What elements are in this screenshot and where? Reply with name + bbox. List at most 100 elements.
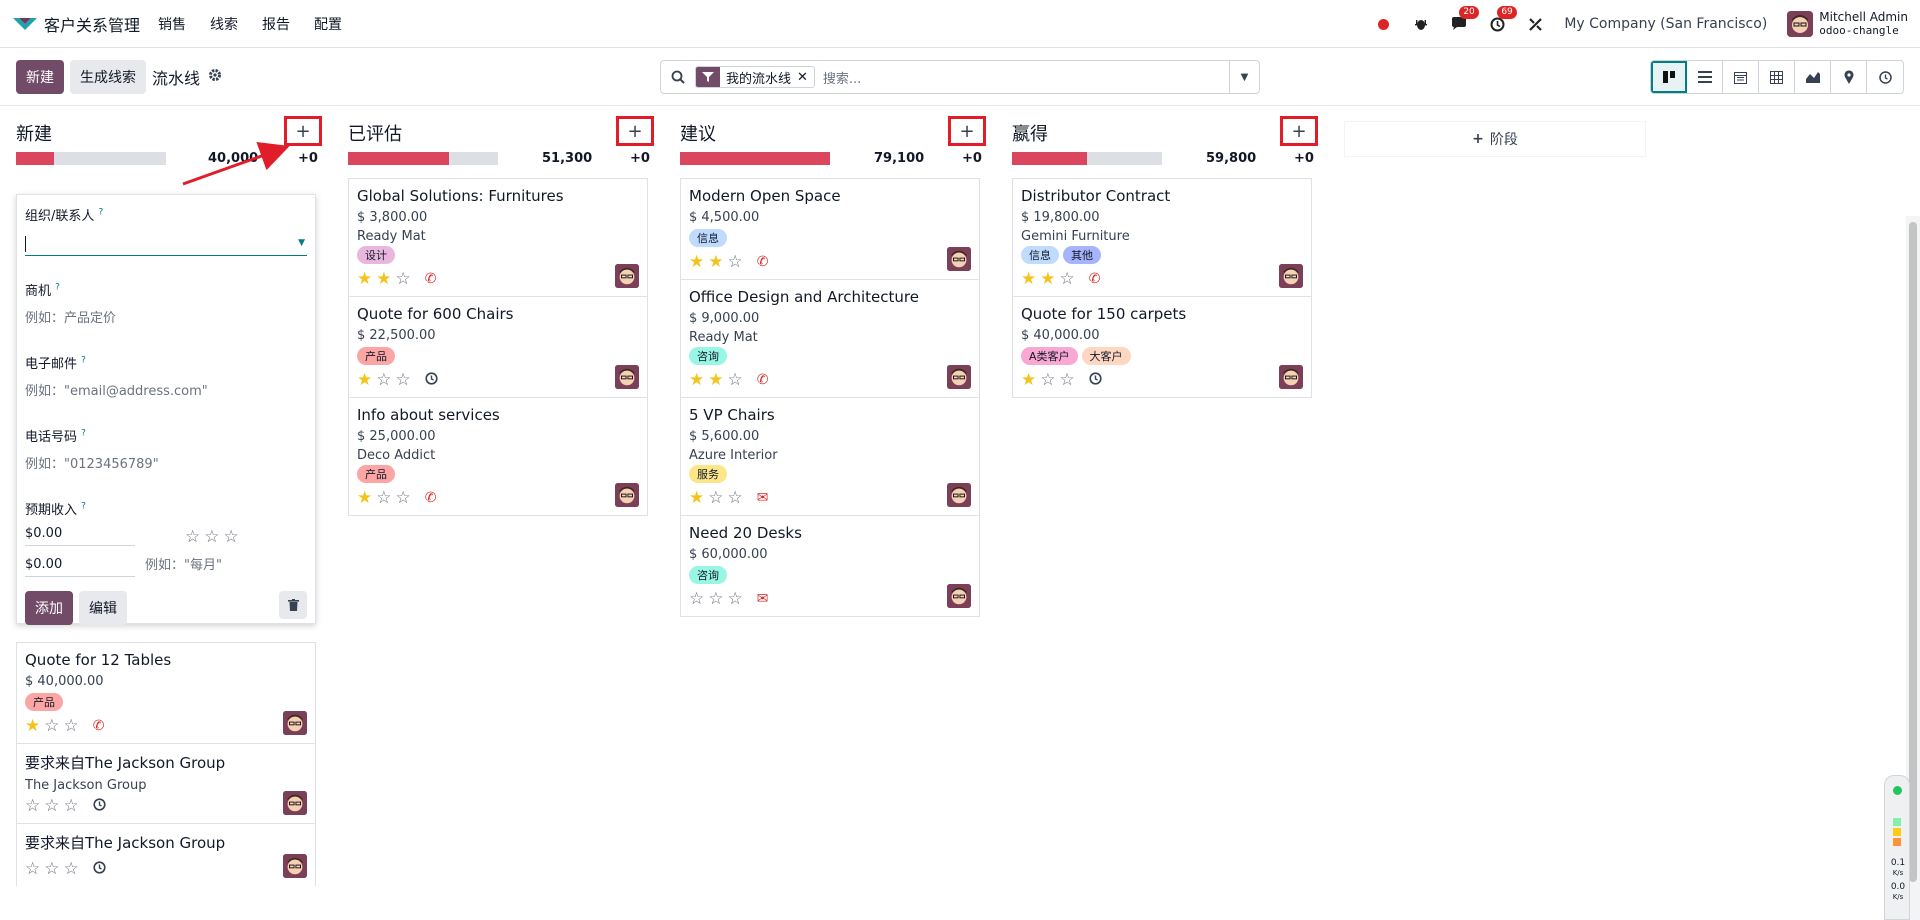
edit-button[interactable]: 编辑 — [79, 591, 127, 625]
column-progress-bar[interactable] — [1012, 152, 1162, 165]
help-icon[interactable]: ? — [81, 356, 86, 366]
star-icon[interactable]: ☆ — [185, 529, 200, 546]
company-switcher[interactable]: My Company (San Francisco) — [1564, 16, 1767, 32]
kanban-card[interactable]: Need 20 Desks $ 60,000.00 咨询 ☆ ☆ ☆ ✉ — [681, 516, 979, 616]
search-facet[interactable]: 我的流水线 ✕ — [695, 66, 815, 88]
help-icon[interactable]: ? — [99, 208, 104, 218]
salesperson-avatar[interactable] — [1279, 264, 1303, 288]
phone-icon[interactable]: ✆ — [1089, 271, 1101, 287]
opportunity-input[interactable]: 例如：产品定价 — [25, 307, 307, 326]
app-logo[interactable]: 客户关系管理 — [12, 12, 140, 36]
add-button[interactable]: 添加 — [25, 591, 73, 625]
column-progress-bar[interactable] — [16, 152, 166, 165]
star-icon[interactable]: ☆ — [396, 489, 411, 507]
kanban-card[interactable]: 5 VP Chairs $ 5,600.00 Azure Interior 服务 ★ ☆ ☆… — [681, 398, 979, 516]
star-icon[interactable]: ★ — [25, 717, 40, 735]
phone-icon[interactable]: ✆ — [425, 490, 437, 506]
envelope-icon[interactable]: ✉ — [757, 591, 769, 607]
expected-revenue-input[interactable]: $0.00 — [25, 526, 135, 546]
contact-input[interactable]: ▼ — [25, 232, 307, 256]
star-icon[interactable]: ☆ — [728, 489, 743, 507]
star-icon[interactable]: ★ — [689, 253, 704, 271]
phone-icon[interactable]: ✆ — [757, 372, 769, 388]
star-icon[interactable]: ★ — [357, 270, 372, 288]
star-icon[interactable]: ☆ — [376, 371, 391, 389]
tools-icon[interactable] — [1526, 15, 1544, 33]
help-icon[interactable]: ? — [81, 502, 86, 512]
add-stage-button[interactable]: + 阶段 — [1345, 122, 1645, 156]
graph-view-icon[interactable] — [1795, 61, 1831, 93]
quick-create-plus-icon[interactable]: + — [284, 116, 322, 146]
messages-icon[interactable]: 20 — [1450, 6, 1479, 33]
recurring-revenue-input[interactable]: $0.00 — [25, 557, 135, 577]
salesperson-avatar[interactable] — [283, 791, 307, 815]
salesperson-avatar[interactable] — [947, 483, 971, 507]
star-icon[interactable]: ☆ — [689, 590, 704, 608]
help-icon[interactable]: ? — [55, 283, 60, 293]
recurring-plan-input[interactable]: 例如："每月" — [145, 554, 222, 577]
star-icon[interactable]: ☆ — [728, 590, 743, 608]
search-dropdown-toggle[interactable]: ▼ — [1229, 61, 1259, 93]
user-menu[interactable]: Mitchell Admin odoo-changle — [1787, 10, 1908, 38]
kanban-card[interactable]: Quote for 600 Chairs $ 22,500.00 产品 ★ ☆ ☆ — [349, 297, 647, 398]
star-icon[interactable]: ★ — [689, 371, 704, 389]
kanban-view-icon[interactable] — [1651, 61, 1687, 93]
menu-reporting[interactable]: 报告 — [262, 14, 290, 34]
salesperson-avatar[interactable] — [615, 365, 639, 389]
salesperson-avatar[interactable] — [283, 854, 307, 878]
kanban-card[interactable]: Office Design and Architecture $ 9,000.00… — [681, 280, 979, 398]
salesperson-avatar[interactable] — [1279, 365, 1303, 389]
clock-icon[interactable] — [93, 797, 106, 815]
salesperson-avatar[interactable] — [615, 264, 639, 288]
clock-icon[interactable] — [425, 371, 438, 389]
pivot-view-icon[interactable] — [1759, 61, 1795, 93]
star-icon[interactable]: ☆ — [224, 529, 239, 546]
salesperson-avatar[interactable] — [947, 584, 971, 608]
star-icon[interactable]: ☆ — [728, 371, 743, 389]
star-icon[interactable]: ☆ — [44, 717, 59, 735]
salesperson-avatar[interactable] — [947, 365, 971, 389]
bug-icon[interactable] — [1412, 15, 1430, 33]
menu-sales[interactable]: 销售 — [158, 14, 186, 34]
star-icon[interactable]: ★ — [708, 253, 723, 271]
star-icon[interactable]: ☆ — [396, 270, 411, 288]
star-icon[interactable]: ☆ — [1040, 371, 1055, 389]
trash-icon[interactable] — [279, 591, 307, 619]
activity-view-icon[interactable] — [1867, 61, 1903, 93]
star-icon[interactable]: ☆ — [25, 860, 40, 878]
phone-icon[interactable]: ✆ — [93, 718, 105, 734]
envelope-icon[interactable]: ✉ — [757, 490, 769, 506]
quick-create-plus-icon[interactable]: + — [1280, 116, 1318, 146]
priority-stars[interactable]: ☆ ☆ ☆ — [185, 529, 239, 546]
star-icon[interactable]: ★ — [708, 371, 723, 389]
salesperson-avatar[interactable] — [283, 711, 307, 735]
menu-leads[interactable]: 线索 — [210, 14, 238, 34]
salesperson-avatar[interactable] — [615, 483, 639, 507]
generate-leads-button[interactable]: 生成线索 — [70, 59, 146, 94]
quick-create-plus-icon[interactable]: + — [616, 116, 654, 146]
activities-icon[interactable]: 69 — [1488, 6, 1517, 33]
clock-icon[interactable] — [1089, 371, 1102, 389]
kanban-card[interactable]: Distributor Contract $ 19,800.00 Gemini Fu… — [1013, 179, 1311, 297]
star-icon[interactable]: ☆ — [44, 860, 59, 878]
help-icon[interactable]: ? — [81, 429, 86, 439]
calendar-view-icon[interactable] — [1723, 61, 1759, 93]
email-input[interactable]: 例如："email@address.com" — [25, 380, 307, 399]
column-progress-bar[interactable] — [348, 152, 498, 165]
star-icon[interactable]: ☆ — [708, 590, 723, 608]
star-icon[interactable]: ☆ — [204, 529, 219, 546]
star-icon[interactable]: ★ — [1021, 371, 1036, 389]
facet-remove-icon[interactable]: ✕ — [797, 70, 814, 85]
gear-icon[interactable] — [208, 68, 222, 86]
kanban-card[interactable]: 要求来自The Jackson Group ☆ ☆ ☆ — [17, 824, 315, 886]
star-icon[interactable]: ★ — [1040, 270, 1055, 288]
map-view-icon[interactable] — [1831, 61, 1867, 93]
star-icon[interactable]: ☆ — [396, 371, 411, 389]
record-icon[interactable] — [1374, 15, 1392, 33]
star-icon[interactable]: ☆ — [25, 797, 40, 815]
star-icon[interactable]: ★ — [1021, 270, 1036, 288]
star-icon[interactable]: ☆ — [64, 717, 79, 735]
kanban-card[interactable]: Quote for 12 Tables $ 40,000.00 产品 ★ ☆ ☆ ✆ — [17, 643, 315, 744]
kanban-card[interactable]: 要求来自The Jackson Group The Jackson Group ☆ ☆… — [17, 744, 315, 824]
star-icon[interactable]: ★ — [376, 270, 391, 288]
